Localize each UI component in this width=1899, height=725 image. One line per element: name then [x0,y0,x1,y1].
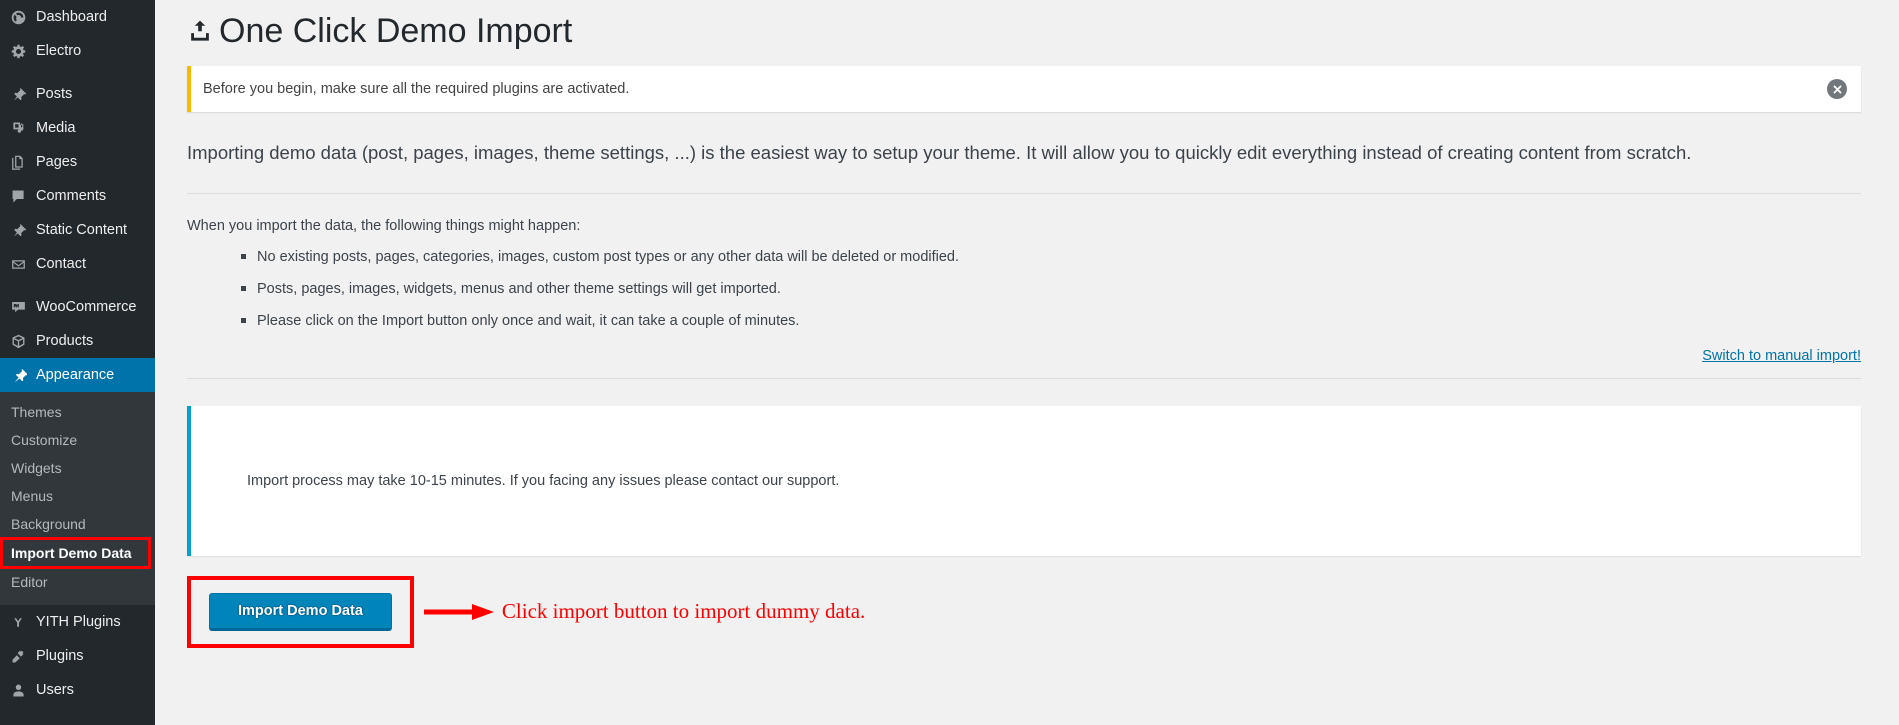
upload-icon [187,18,213,44]
page-title-text: One Click Demo Import [219,12,573,50]
box-icon [10,333,36,350]
submenu-item-background[interactable]: Background [0,510,155,538]
sidebar-item-yith-plugins[interactable]: YITH Plugins [0,605,155,639]
import-notes-list: No existing posts, pages, categories, im… [187,247,1861,331]
sidebar-item-label: Dashboard [36,9,107,25]
sidebar-item-woocommerce[interactable]: WooCommerce [0,290,155,324]
media-icon [10,120,36,137]
annotation-text: Click import button to import dummy data… [501,599,866,624]
sidebar-item-label: Plugins [36,648,84,664]
comment-icon [10,188,36,205]
pages-icon [10,154,36,171]
sidebar-item-label: Products [36,333,94,349]
submenu-item-editor[interactable]: Editor [0,568,155,596]
paintbrush-icon [10,367,36,384]
sidebar-item-plugins[interactable]: Plugins [0,639,155,673]
sidebar-item-comments[interactable]: Comments [0,179,155,213]
pin-icon [10,222,36,239]
sidebar-item-label: Static Content [36,222,128,238]
import-button-highlight-box: Import Demo Data [187,575,414,648]
section-lead: When you import the data, the following … [187,217,581,234]
admin-sidebar: Dashboard Electro Posts Media Pages Comm… [0,0,155,725]
envelope-icon [10,256,36,273]
sidebar-separator [0,281,155,290]
manual-import-row: Switch to manual import! [187,343,1861,365]
sidebar-item-users[interactable]: Users [0,673,155,707]
sidebar-item-appearance[interactable]: Appearance [0,358,155,392]
gear-icon [10,43,36,60]
woo-icon [10,299,36,316]
sidebar-item-electro[interactable]: Electro [0,34,155,68]
divider-bottom [187,377,1861,379]
sidebar-item-label: Posts [36,86,73,102]
main-content: One Click Demo Import Before you begin, … [155,0,1899,725]
list-item: Please click on the Import button only o… [241,311,1861,331]
yith-icon [10,614,36,631]
submenu-item-customize[interactable]: Customize [0,426,155,454]
sidebar-item-contact[interactable]: Contact [0,247,155,281]
submenu-item-menus[interactable]: Menus [0,482,155,510]
submenu-item-import-demo-data[interactable]: Import Demo Data [0,537,151,569]
notice-text: Before you begin, make sure all the requ… [203,81,630,98]
submenu-item-widgets[interactable]: Widgets [0,454,155,482]
sidebar-item-label: Electro [36,43,82,59]
sidebar-item-products[interactable]: Products [0,324,155,358]
user-icon [10,682,36,699]
intro-paragraph: Importing demo data (post, pages, images… [187,142,1692,164]
action-row: Import Demo Data Click import button to … [187,556,1861,648]
import-info-text: Import process may take 10-15 minutes. I… [247,472,840,489]
import-info-card: Import process may take 10-15 minutes. I… [187,405,1861,556]
sidebar-item-pages[interactable]: Pages [0,145,155,179]
sidebar-item-label: Contact [36,256,86,272]
sidebar-item-label: Pages [36,154,78,170]
annotation-callout: Click import button to import dummy data… [423,599,866,624]
sidebar-item-dashboard[interactable]: Dashboard [0,0,155,34]
plug-icon [10,648,36,665]
plugin-notice: Before you begin, make sure all the requ… [187,66,1861,113]
submenu-item-themes[interactable]: Themes [0,398,155,426]
sidebar-item-label: Appearance [36,367,115,383]
close-circle-icon[interactable] [1827,79,1847,100]
sidebar-item-label: WooCommerce [36,299,137,315]
sidebar-item-label: Comments [36,188,107,204]
sidebar-item-label: YITH Plugins [36,614,121,630]
sidebar-item-media[interactable]: Media [0,111,155,145]
sidebar-item-label: Users [36,682,74,698]
appearance-submenu: Themes Customize Widgets Menus Backgroun… [0,392,155,605]
sidebar-item-static-content[interactable]: Static Content [0,213,155,247]
arrow-right-icon [423,601,498,623]
import-demo-data-button[interactable]: Import Demo Data [209,592,392,631]
list-item: No existing posts, pages, categories, im… [241,247,1861,267]
page-title: One Click Demo Import [187,0,1861,61]
sidebar-item-posts[interactable]: Posts [0,77,155,111]
dashboard-icon [10,9,36,26]
sidebar-separator [0,68,155,77]
pin-icon [10,86,36,103]
switch-to-manual-import-link[interactable]: Switch to manual import! [1702,348,1861,364]
list-item: Posts, pages, images, widgets, menus and… [241,279,1861,299]
wp-admin-screen: Dashboard Electro Posts Media Pages Comm… [0,0,1899,725]
sidebar-item-label: Media [36,120,76,136]
